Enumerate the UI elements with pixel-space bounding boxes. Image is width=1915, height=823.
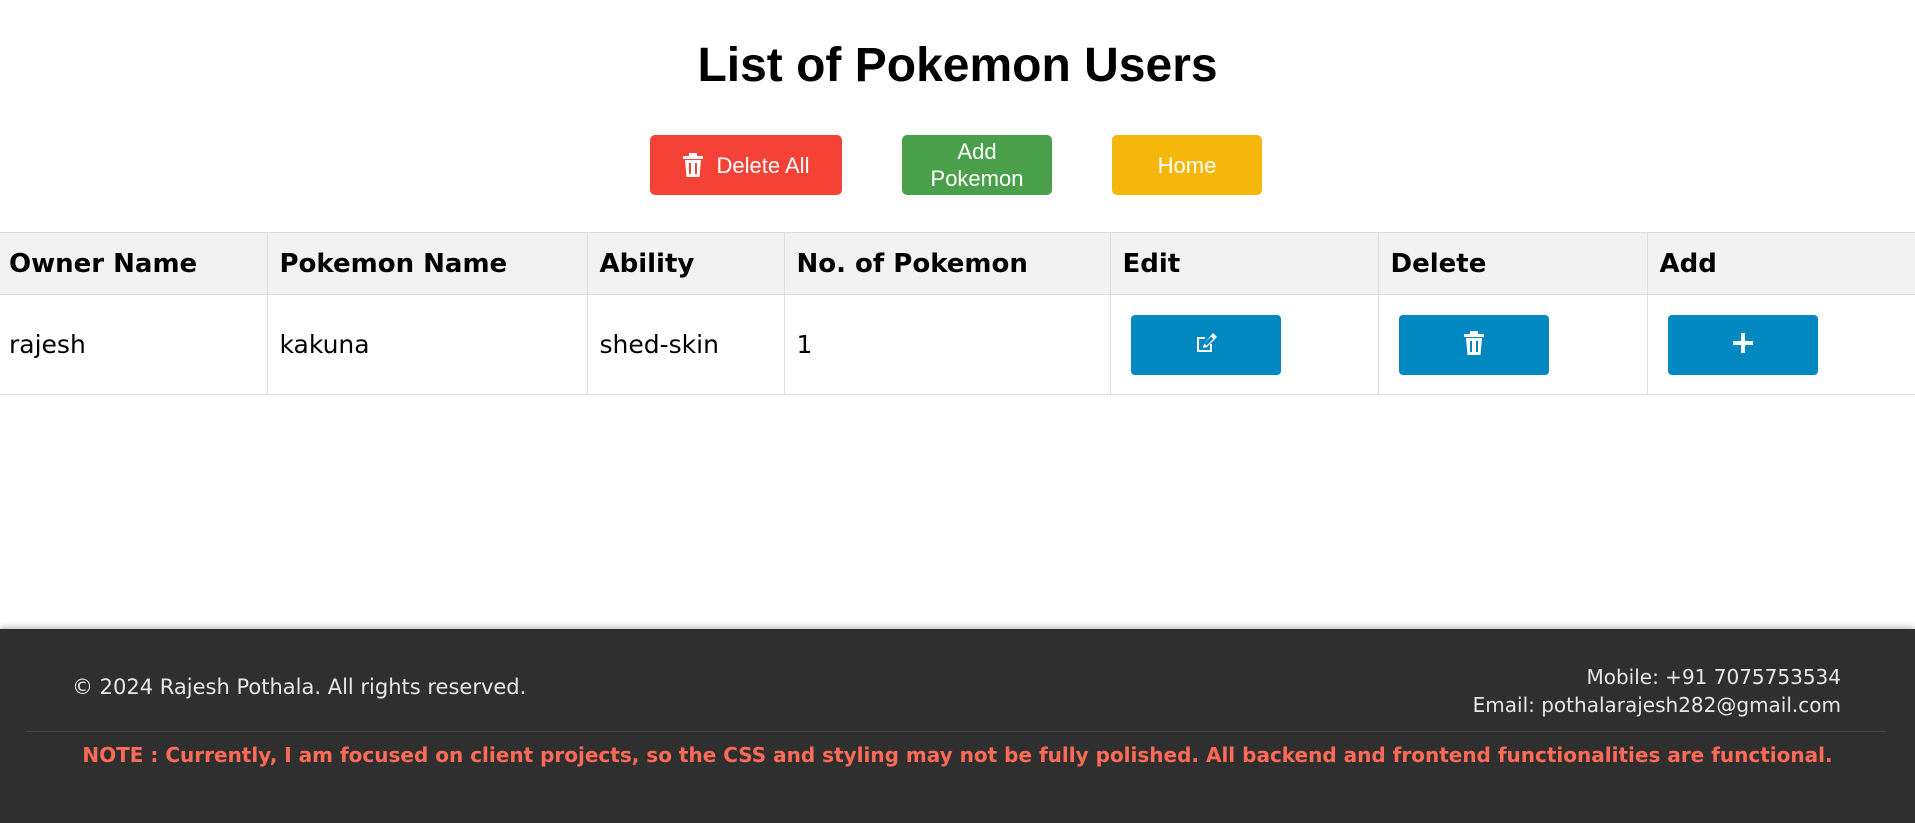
mobile-number: Mobile: +91 7075753534 bbox=[1586, 665, 1841, 689]
column-header-edit: Edit bbox=[1109, 232, 1379, 295]
cell-owner-name: rajesh bbox=[0, 294, 268, 395]
trash-icon bbox=[682, 153, 703, 177]
cell-delete bbox=[1377, 294, 1648, 395]
add-pokemon-button[interactable]: Add Pokemon bbox=[902, 135, 1052, 195]
cell-ability: shed-skin bbox=[586, 294, 785, 395]
pokemon-users-table: Owner Name Pokemon Name Ability No. of P… bbox=[0, 232, 1915, 395]
cell-add bbox=[1646, 294, 1915, 395]
column-header-add: Add bbox=[1646, 232, 1915, 295]
column-header-owner-name: Owner Name bbox=[0, 232, 268, 295]
delete-all-label: Delete All bbox=[716, 152, 810, 178]
edit-icon bbox=[1194, 332, 1218, 357]
footer: © 2024 Rajesh Pothala. All rights reserv… bbox=[0, 629, 1915, 823]
plus-icon bbox=[1731, 331, 1755, 358]
table-row: rajesh kakuna shed-skin 1 bbox=[0, 294, 1915, 395]
delete-row-button[interactable] bbox=[1398, 314, 1549, 375]
home-label: Home bbox=[1157, 152, 1217, 178]
cell-edit bbox=[1109, 294, 1379, 395]
cell-pokemon-name: kakuna bbox=[266, 294, 588, 395]
column-header-pokemon-name: Pokemon Name bbox=[266, 232, 588, 295]
page-title: List of Pokemon Users bbox=[697, 39, 1218, 92]
contact-info: Mobile: +91 7075753534 Email: pothalaraj… bbox=[1473, 663, 1841, 719]
add-pokemon-label: Add Pokemon bbox=[930, 139, 1024, 191]
column-header-ability: Ability bbox=[586, 232, 785, 295]
trash-icon bbox=[1463, 331, 1484, 358]
table-header-row: Owner Name Pokemon Name Ability No. of P… bbox=[0, 232, 1915, 295]
footer-note: NOTE : Currently, I am focused on client… bbox=[82, 743, 1833, 767]
cell-pokemon-count: 1 bbox=[783, 294, 1111, 395]
home-button[interactable]: Home bbox=[1112, 135, 1262, 195]
page: List of Pokemon Users Delete All Add Pok… bbox=[0, 0, 1915, 823]
column-header-delete: Delete bbox=[1377, 232, 1648, 295]
edit-button[interactable] bbox=[1130, 314, 1281, 375]
delete-all-button[interactable]: Delete All bbox=[650, 135, 842, 195]
copyright-text: © 2024 Rajesh Pothala. All rights reserv… bbox=[72, 675, 527, 699]
email-address: Email: pothalarajesh282@gmail.com bbox=[1472, 693, 1841, 717]
column-header-pokemon-count: No. of Pokemon bbox=[783, 232, 1111, 295]
add-row-button[interactable] bbox=[1667, 314, 1818, 375]
footer-divider bbox=[26, 731, 1885, 732]
